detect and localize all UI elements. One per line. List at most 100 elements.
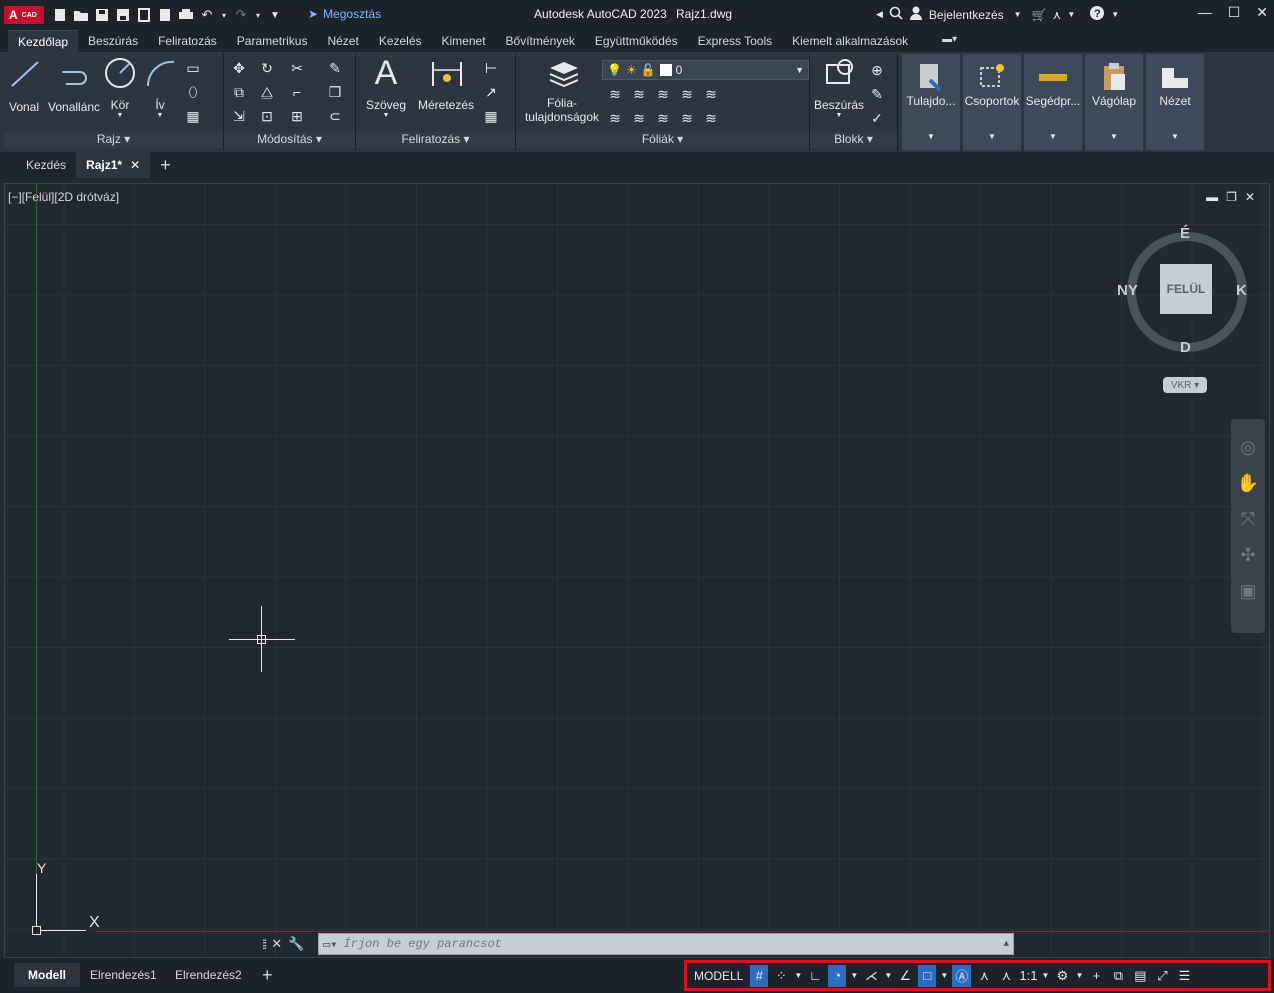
panel-title-layers[interactable]: Fóliák ▾ bbox=[516, 132, 809, 148]
viewport-restore-icon[interactable]: ❐ bbox=[1226, 190, 1237, 204]
array-icon[interactable]: ⊞ bbox=[286, 106, 308, 126]
quick-properties-icon[interactable]: ▤ bbox=[1131, 965, 1149, 987]
clipboard-tile[interactable]: Vágólap ▼ bbox=[1085, 54, 1143, 150]
copy-icon[interactable]: ⧉ bbox=[228, 82, 250, 102]
pan-hand-icon[interactable]: ✋ bbox=[1236, 471, 1260, 495]
layer-isolate-icon[interactable]: ≋ bbox=[628, 84, 650, 104]
layout-tab-layout1[interactable]: Elrendezés1 bbox=[76, 963, 171, 987]
erase-icon[interactable]: ✎ bbox=[324, 58, 346, 78]
signin-button[interactable]: Bejelentkezés bbox=[929, 8, 1004, 22]
panel-title-draw[interactable]: Rajz ▾ bbox=[4, 132, 223, 148]
snap-mode-icon[interactable]: ⁘ bbox=[772, 965, 790, 987]
groups-dropdown-icon[interactable]: ▼ bbox=[988, 132, 996, 141]
undo-dropdown-icon[interactable]: ▾ bbox=[220, 7, 228, 23]
layer-unlock-icon[interactable]: ≋ bbox=[676, 108, 698, 128]
chevron-left-icon[interactable]: ◀ bbox=[876, 9, 883, 20]
workspace-dropdown-icon[interactable]: ▼ bbox=[1075, 965, 1083, 987]
viewcube-south[interactable]: D bbox=[1180, 339, 1191, 356]
dimension-button[interactable]: Méretezés bbox=[418, 58, 474, 112]
units-icon[interactable]: ⧉ bbox=[1109, 965, 1127, 987]
zoom-extents-icon[interactable]: ⤧ bbox=[1236, 507, 1260, 531]
command-history-icon[interactable]: ▲ bbox=[1004, 939, 1009, 949]
grip-handle-icon[interactable]: ⁞⁞ bbox=[262, 937, 267, 952]
panel-title-block[interactable]: Blokk ▾ bbox=[810, 132, 897, 148]
close-icon[interactable]: ✕ bbox=[1256, 4, 1268, 21]
utilities-tile[interactable]: Segédpr... ▼ bbox=[1024, 54, 1082, 150]
scale-icon[interactable]: ⊡ bbox=[256, 106, 278, 126]
viewport-controls-label[interactable]: [−][Felül][2D drótváz] bbox=[8, 190, 119, 204]
object-snap-dropdown-icon[interactable]: ▼ bbox=[940, 965, 948, 987]
isodraft-dropdown-icon[interactable]: ▼ bbox=[884, 965, 892, 987]
layout-tab-model[interactable]: Modell bbox=[14, 963, 80, 987]
layer-lock-icon[interactable]: ≋ bbox=[676, 84, 698, 104]
model-space-button[interactable]: MODELL bbox=[691, 965, 746, 987]
fillet-icon[interactable]: ⌐ bbox=[286, 82, 308, 102]
minimize-icon[interactable]: — bbox=[1198, 4, 1212, 21]
edit-block-icon[interactable]: ✎ bbox=[866, 84, 888, 104]
stretch-icon[interactable]: ⇲ bbox=[228, 106, 250, 126]
layer-freeze-icon[interactable]: ≋ bbox=[652, 84, 674, 104]
close-tab-icon[interactable]: ✕ bbox=[130, 158, 140, 172]
groups-tile[interactable]: Csoportok ▼ bbox=[963, 54, 1021, 150]
view-tile[interactable]: Nézet ▼ bbox=[1146, 54, 1204, 150]
object-snap-icon[interactable]: □ bbox=[918, 964, 937, 987]
command-input-box[interactable]: ▭▾ ▲ bbox=[318, 933, 1014, 955]
plot-icon[interactable] bbox=[178, 7, 194, 23]
scale-dropdown-icon[interactable]: ▼ bbox=[1041, 965, 1049, 987]
new-file-icon[interactable] bbox=[52, 7, 68, 23]
arc-button[interactable]: Ív ▼ bbox=[144, 58, 176, 119]
polar-dropdown-icon[interactable]: ▼ bbox=[850, 965, 858, 987]
leader-icon[interactable]: ↗ bbox=[480, 82, 502, 102]
auto-scale-icon[interactable]: ⋏ bbox=[975, 965, 993, 987]
user-icon[interactable] bbox=[909, 6, 923, 23]
table-icon[interactable]: ▦ bbox=[480, 106, 502, 126]
layout-tab-layout2[interactable]: Elrendezés2 bbox=[161, 963, 256, 987]
tab-kiemelt-alkalmazasok[interactable]: Kiemelt alkalmazások bbox=[782, 30, 918, 52]
insert-block-button[interactable]: Beszúrás ▼ bbox=[814, 58, 864, 119]
annotation-scale-icon[interactable]: ⋏ bbox=[997, 965, 1015, 987]
tab-parametrikus[interactable]: Parametrikus bbox=[227, 30, 318, 52]
circle-button[interactable]: Kör ▼ bbox=[104, 58, 136, 119]
panel-title-annotation[interactable]: Feliratozás ▾ bbox=[356, 132, 515, 148]
utilities-dropdown-icon[interactable]: ▼ bbox=[1049, 132, 1057, 141]
viewcube-face-top[interactable]: FELÜL bbox=[1160, 264, 1212, 314]
steering-wheel-icon[interactable]: ◎ bbox=[1236, 435, 1260, 459]
snap-dropdown-icon[interactable]: ▼ bbox=[794, 965, 802, 987]
search-icon[interactable] bbox=[889, 6, 903, 23]
create-block-icon[interactable]: ⊕ bbox=[866, 60, 888, 80]
linear-dimension-icon[interactable]: ⊢ bbox=[480, 58, 502, 78]
redo-icon[interactable]: ↷ bbox=[233, 7, 249, 23]
save-icon[interactable] bbox=[94, 7, 110, 23]
hatch-icon[interactable]: ⬯ bbox=[182, 82, 204, 102]
tab-egyuttmukodes[interactable]: Együttműködés bbox=[585, 30, 688, 52]
object-snap-tracking-icon[interactable]: ∠ bbox=[896, 965, 914, 987]
trim-icon[interactable]: ✂ bbox=[286, 58, 308, 78]
help-icon[interactable]: ? bbox=[1089, 5, 1105, 24]
autodesk-app-dropdown-icon[interactable]: ▼ bbox=[1067, 10, 1075, 19]
web-mobile-open-icon[interactable] bbox=[136, 7, 152, 23]
text-dropdown-icon[interactable]: ▼ bbox=[383, 112, 390, 119]
tab-kezdolap[interactable]: Kezdőlap bbox=[8, 30, 79, 52]
command-line-grip[interactable]: ⁞⁞ ✕ 🔧 bbox=[258, 933, 318, 955]
layer-off-icon[interactable]: ≋ bbox=[604, 84, 626, 104]
tab-kimenet[interactable]: Kimenet bbox=[432, 30, 496, 52]
viewport-close-icon[interactable]: ✕ bbox=[1245, 190, 1255, 204]
clean-screen-icon[interactable]: ⤢ bbox=[1153, 965, 1171, 987]
annotation-visibility-icon[interactable]: Ⓐ bbox=[952, 964, 972, 987]
layer-thaw-icon[interactable]: ≋ bbox=[652, 108, 674, 128]
drawing-area[interactable]: [−][Felül][2D drótváz] ▬ ❐ ✕ FELÜL É D K… bbox=[4, 183, 1270, 958]
app-logo[interactable]: A CAD bbox=[4, 6, 44, 24]
layer-unisolate-icon[interactable]: ≋ bbox=[628, 108, 650, 128]
mirror-icon[interactable]: ⧋ bbox=[256, 82, 278, 102]
add-layout-button[interactable]: + bbox=[248, 963, 287, 987]
command-close-icon[interactable]: ✕ bbox=[271, 936, 282, 952]
line-button[interactable]: Vonal bbox=[8, 58, 40, 114]
workspace-gear-icon[interactable]: ⚙ bbox=[1053, 965, 1071, 987]
rotate-icon[interactable]: ↻ bbox=[256, 58, 278, 78]
undo-icon[interactable]: ↶ bbox=[199, 7, 215, 23]
web-mobile-save-icon[interactable] bbox=[157, 7, 173, 23]
view-dropdown-icon[interactable]: ▼ bbox=[1171, 132, 1179, 141]
properties-dropdown-icon[interactable]: ▼ bbox=[927, 132, 935, 141]
tab-express-tools[interactable]: Express Tools bbox=[688, 30, 782, 52]
showmotion-icon[interactable]: ▣ bbox=[1236, 579, 1260, 603]
